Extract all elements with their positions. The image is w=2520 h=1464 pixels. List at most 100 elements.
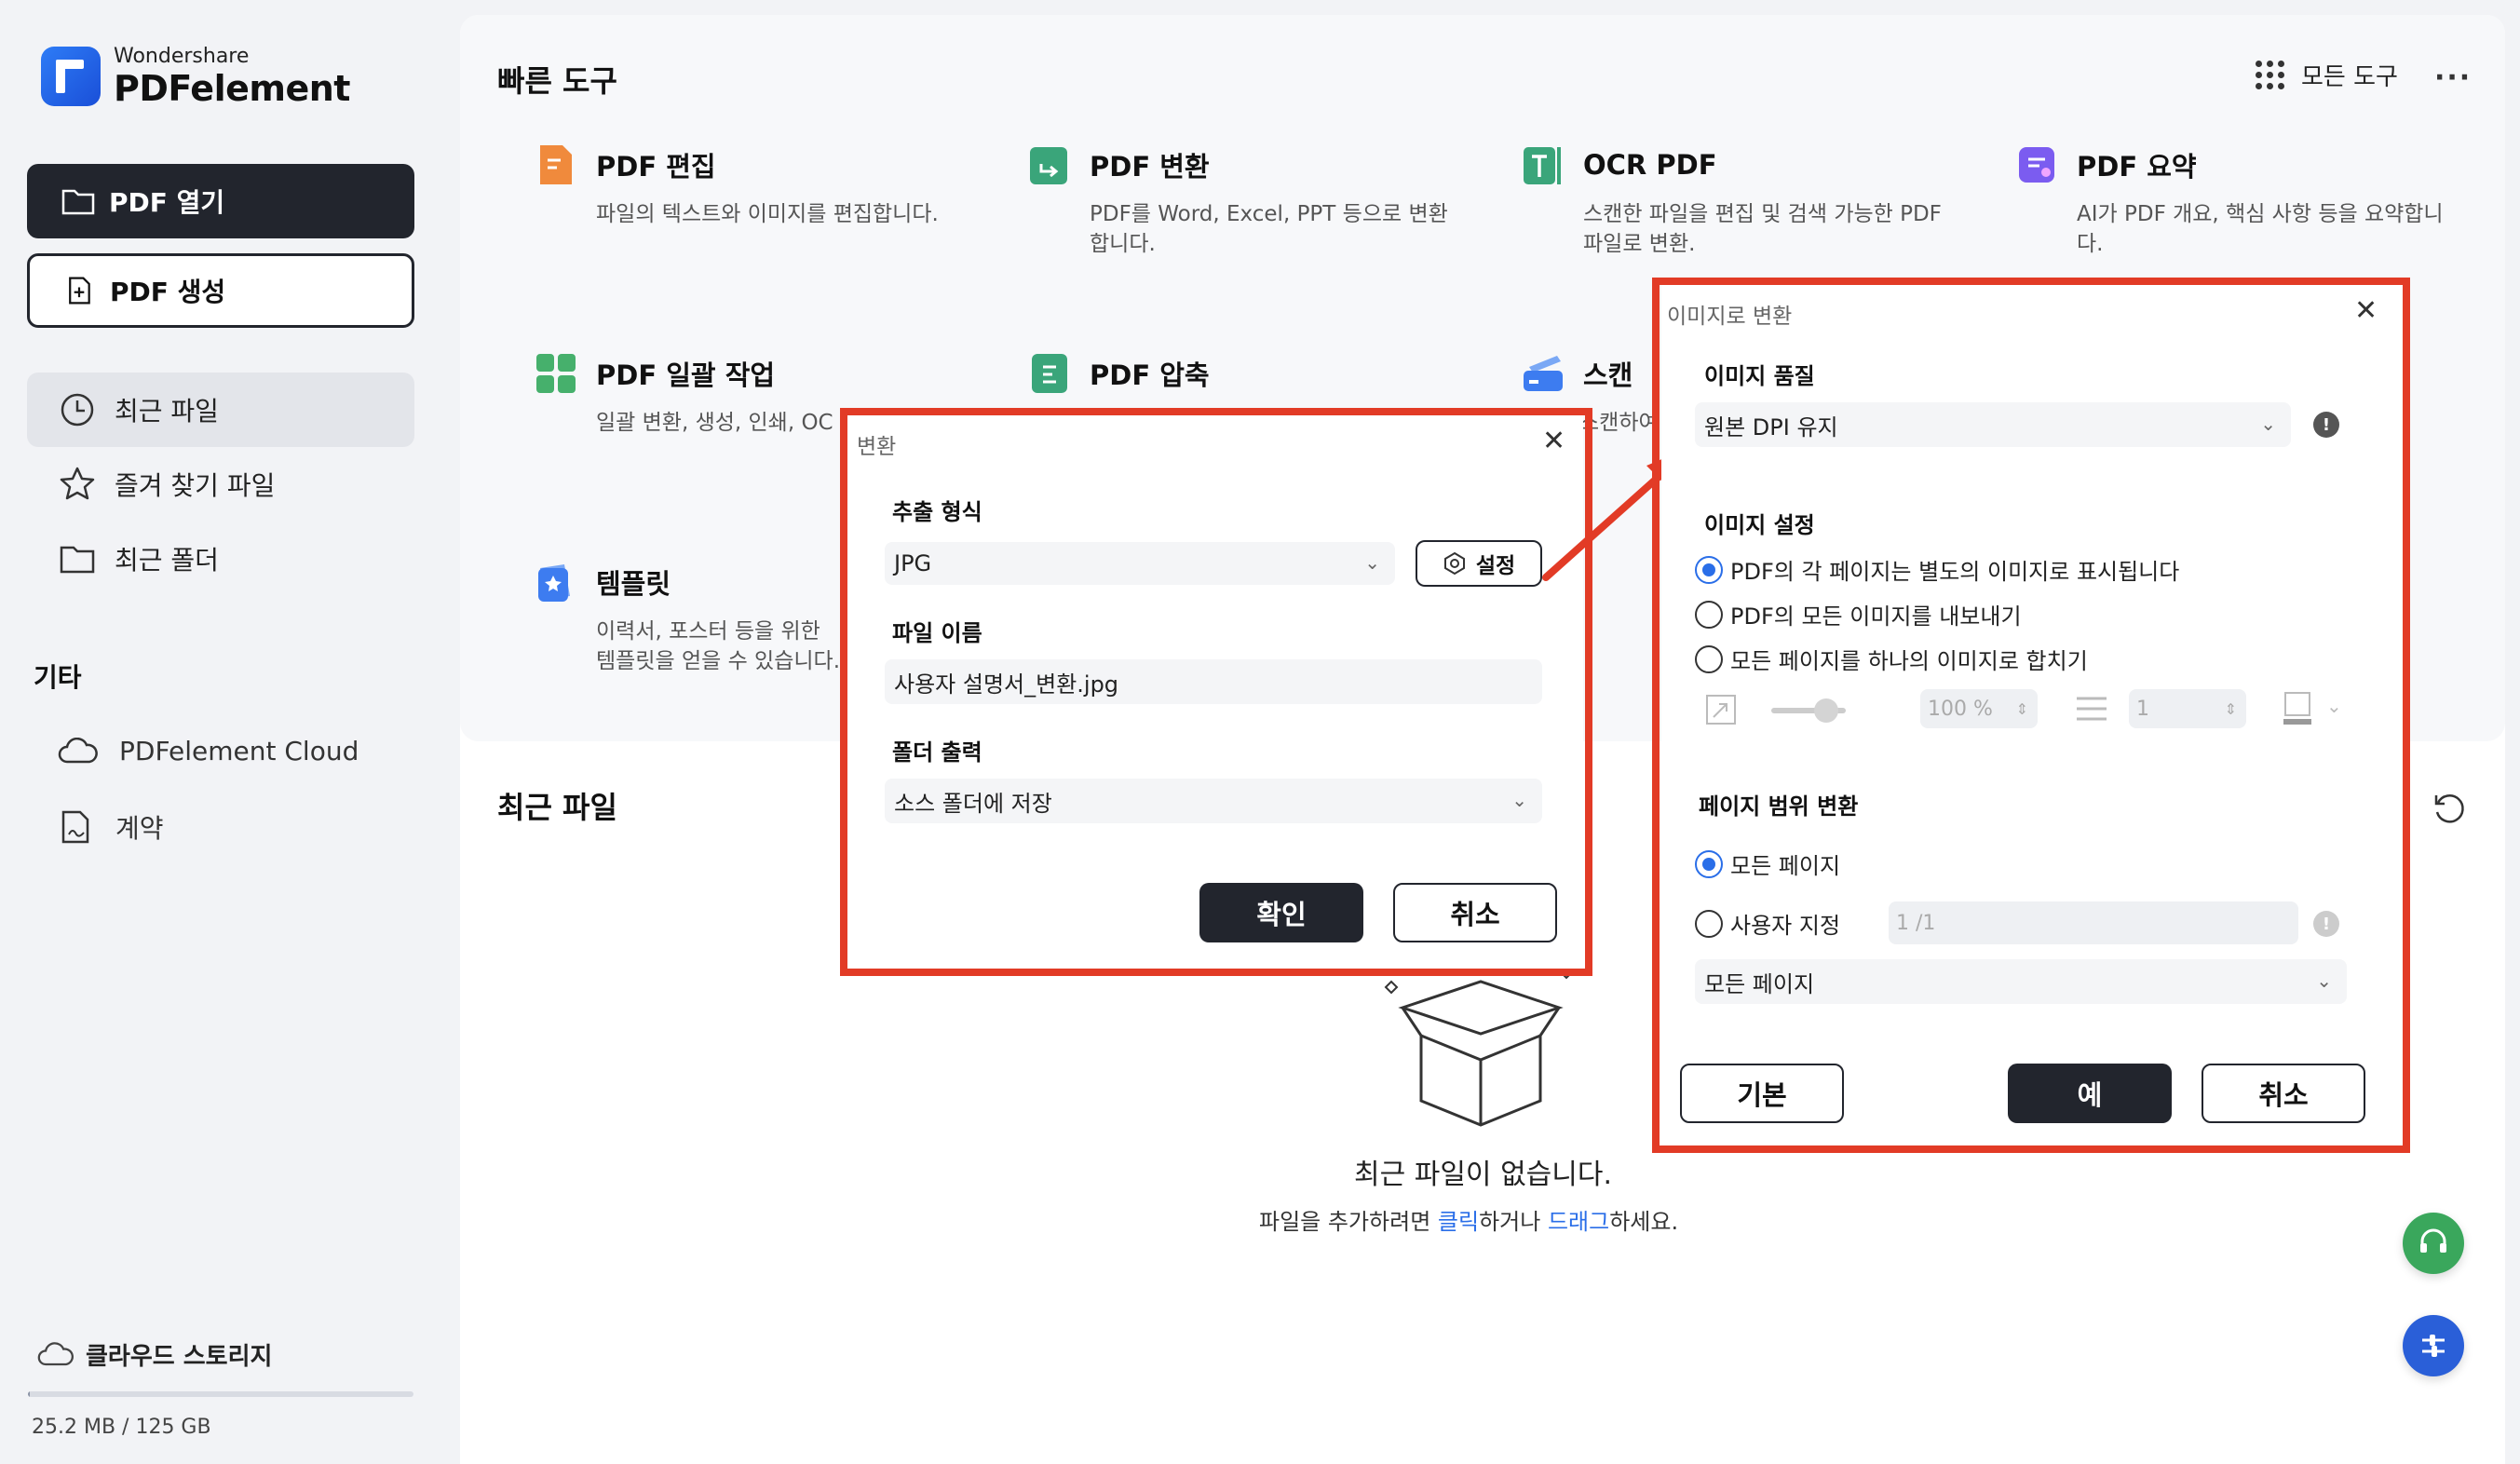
settings-button-label: 설정	[1475, 554, 1516, 578]
option-export-images[interactable]: PDF의 모든 이미지를 내보내기	[1695, 598, 2022, 630]
sidebar-item-label: PDFelement Cloud	[119, 736, 359, 766]
empty-sub-text: 하거나	[1479, 1209, 1548, 1235]
radio-unchecked	[1695, 644, 1723, 673]
pdfelement-logo-icon	[41, 47, 101, 106]
folder-output-select[interactable]: 소스 폴더에 저장 ⌄	[885, 779, 1542, 823]
tool-desc: AI가 PDF 개요, 핵심 사항 등을 요약합니다.	[2077, 202, 2444, 256]
sidebar-item-contract[interactable]: 계약	[58, 808, 164, 846]
filename-input[interactable]: 사용자 설명서_변환.jpg	[885, 659, 1542, 704]
cloud-icon	[58, 737, 98, 763]
option-separate-images[interactable]: PDF의 각 페이지는 별도의 이미지로 표시됩니다	[1695, 553, 2179, 586]
settings-button[interactable]: 설정	[1416, 540, 1542, 587]
tool-ocr-pdf[interactable]: OCR PDF 스캔한 파일을 편집 및 검색 가능한 PDF 파일로 변환.	[1522, 143, 1959, 259]
open-pdf-button[interactable]: PDF 열기	[27, 164, 414, 238]
spacing-input[interactable]: 1 ⇕	[2129, 689, 2246, 728]
tool-desc: 이력서, 포스터 등을 위한 템플릿을 얻을 수 있습니다.	[596, 619, 841, 673]
sidebar-item-cloud[interactable]: PDFelement Cloud	[58, 736, 359, 766]
default-button[interactable]: 기본	[1680, 1064, 1844, 1123]
summary-ai-icon	[2015, 143, 2058, 186]
range-option-label: 사용자 지정	[1730, 913, 1841, 939]
format-select-value: JPG	[894, 550, 932, 576]
tool-name: 스캔	[1583, 359, 1633, 391]
extract-format-label: 추출 형식	[892, 499, 982, 525]
range-custom[interactable]: 사용자 지정	[1695, 907, 1840, 940]
scanner-icon	[1522, 352, 1565, 395]
image-cancel-button[interactable]: 취소	[2202, 1064, 2365, 1123]
support-button[interactable]	[2403, 1213, 2464, 1274]
tool-name: OCR PDF	[1583, 149, 1717, 181]
other-section-title: 기타	[34, 662, 82, 693]
page-range-label: 페이지 범위 변환	[1699, 793, 1859, 820]
resize-icon	[1706, 695, 1736, 725]
quality-info-icon[interactable]: !	[2313, 412, 2339, 438]
create-pdf-button[interactable]: PDF 생성	[27, 253, 414, 328]
storage-usage-text: 25.2 MB / 125 GB	[32, 1416, 211, 1439]
convert-pdf-icon	[1028, 143, 1071, 186]
format-select[interactable]: JPG ⌄	[885, 542, 1395, 585]
stepper-icon: ⇕	[2224, 699, 2237, 718]
filename-value: 사용자 설명서_변환.jpg	[894, 671, 1119, 698]
chevron-down-icon: ⌄	[1511, 788, 1527, 811]
recent-files-title: 최근 파일	[497, 790, 617, 825]
all-tools-label: 모든 도구	[2301, 63, 2398, 91]
sidebar-item-label: 계약	[115, 813, 164, 844]
cloud-storage-label[interactable]: 클라우드 스토리지	[37, 1337, 272, 1372]
drag-link[interactable]: 드래그	[1548, 1209, 1609, 1235]
tool-desc: 파일의 텍스트와 이미지를 편집합니다.	[596, 202, 939, 226]
background-color-icon[interactable]	[2282, 691, 2313, 726]
tool-pdf-convert[interactable]: PDF 변환 PDF를 Word, Excel, PPT 등으로 변환합니다.	[1028, 143, 1466, 259]
sidebar: Wondershare PDFelement PDF 열기 PDF 생성 최근 …	[0, 0, 445, 1464]
headset-icon	[2420, 1228, 2446, 1253]
yes-button[interactable]: 예	[2008, 1064, 2172, 1123]
tool-name: PDF 변환	[1090, 151, 1210, 183]
range-info-icon[interactable]: !	[2313, 911, 2339, 937]
refresh-icon	[2434, 794, 2464, 823]
zoom-value: 100 %	[1928, 697, 1993, 721]
folder-output-value: 소스 폴더에 저장	[894, 790, 1052, 817]
image-dialog-title: 이미지로 변환	[1667, 305, 1793, 329]
ocr-icon	[1522, 143, 1565, 186]
confirm-button[interactable]: 확인	[1199, 883, 1363, 942]
tool-pdf-edit[interactable]: PDF 편집 파일의 텍스트와 이미지를 편집합니다.	[535, 143, 972, 229]
custom-range-input[interactable]: 1 /1	[1889, 901, 2298, 944]
convert-dialog-title: 변환	[857, 435, 897, 459]
tool-name: PDF 편집	[596, 151, 716, 183]
cancel-button[interactable]: 취소	[1393, 883, 1557, 942]
tool-name: PDF 일괄 작업	[596, 359, 776, 391]
sidebar-item-favorites[interactable]: 즐겨 찾기 파일	[27, 447, 414, 522]
sidebar-item-recent-folders[interactable]: 최근 폴더	[27, 522, 414, 596]
chevron-down-icon: ⌄	[1364, 550, 1380, 574]
tool-compress[interactable]: PDF 압축	[1028, 352, 1466, 395]
folder-output-label: 폴더 출력	[892, 739, 982, 766]
option-merge-images[interactable]: 모든 페이지를 하나의 이미지로 합치기	[1695, 643, 2088, 675]
zoom-slider-handle[interactable]	[1814, 698, 1838, 723]
folder-open-icon	[61, 189, 95, 215]
click-link[interactable]: 클릭	[1438, 1209, 1479, 1235]
all-tools-button[interactable]: 모든 도구	[2256, 58, 2398, 92]
open-pdf-label: PDF 열기	[109, 187, 225, 218]
sidebar-item-label: 최근 폴더	[115, 545, 219, 576]
tool-name: 템플릿	[596, 568, 671, 600]
more-options-button[interactable]: ···	[2434, 61, 2472, 94]
storage-progress-fill	[28, 1391, 30, 1397]
quick-tools-title: 빠른 도구	[497, 63, 617, 99]
batch-grid-icon	[535, 352, 577, 395]
zoom-input[interactable]: 100 % ⇕	[1920, 689, 2038, 728]
empty-sub-text: 파일을 추가하려면	[1259, 1209, 1438, 1235]
brand-small: Wondershare	[114, 45, 250, 68]
page-subset-select[interactable]: 모든 페이지 ⌄	[1695, 959, 2347, 1004]
sidebar-item-label: 즐겨 찾기 파일	[115, 470, 276, 501]
clock-icon	[61, 393, 94, 427]
cloud-storage-text: 클라우드 스토리지	[86, 1343, 273, 1371]
image-quality-select[interactable]: 원본 DPI 유지 ⌄	[1695, 402, 2291, 447]
sidebar-item-recent-files[interactable]: 최근 파일	[27, 373, 414, 447]
tools-fab-button[interactable]	[2403, 1315, 2464, 1376]
image-dialog-close-icon[interactable]: ✕	[2354, 294, 2378, 327]
range-all-pages[interactable]: 모든 페이지	[1695, 847, 1840, 880]
tool-pdf-summary[interactable]: PDF 요약 AI가 PDF 개요, 핵심 사항 등을 요약합니다.	[2015, 143, 2453, 259]
refresh-button[interactable]	[2431, 790, 2468, 831]
image-quality-label: 이미지 품질	[1704, 363, 1815, 389]
page-subset-value: 모든 페이지	[1704, 970, 1815, 997]
chevron-down-icon[interactable]: ⌄	[2326, 695, 2342, 717]
chevron-down-icon: ⌄	[2260, 412, 2276, 435]
